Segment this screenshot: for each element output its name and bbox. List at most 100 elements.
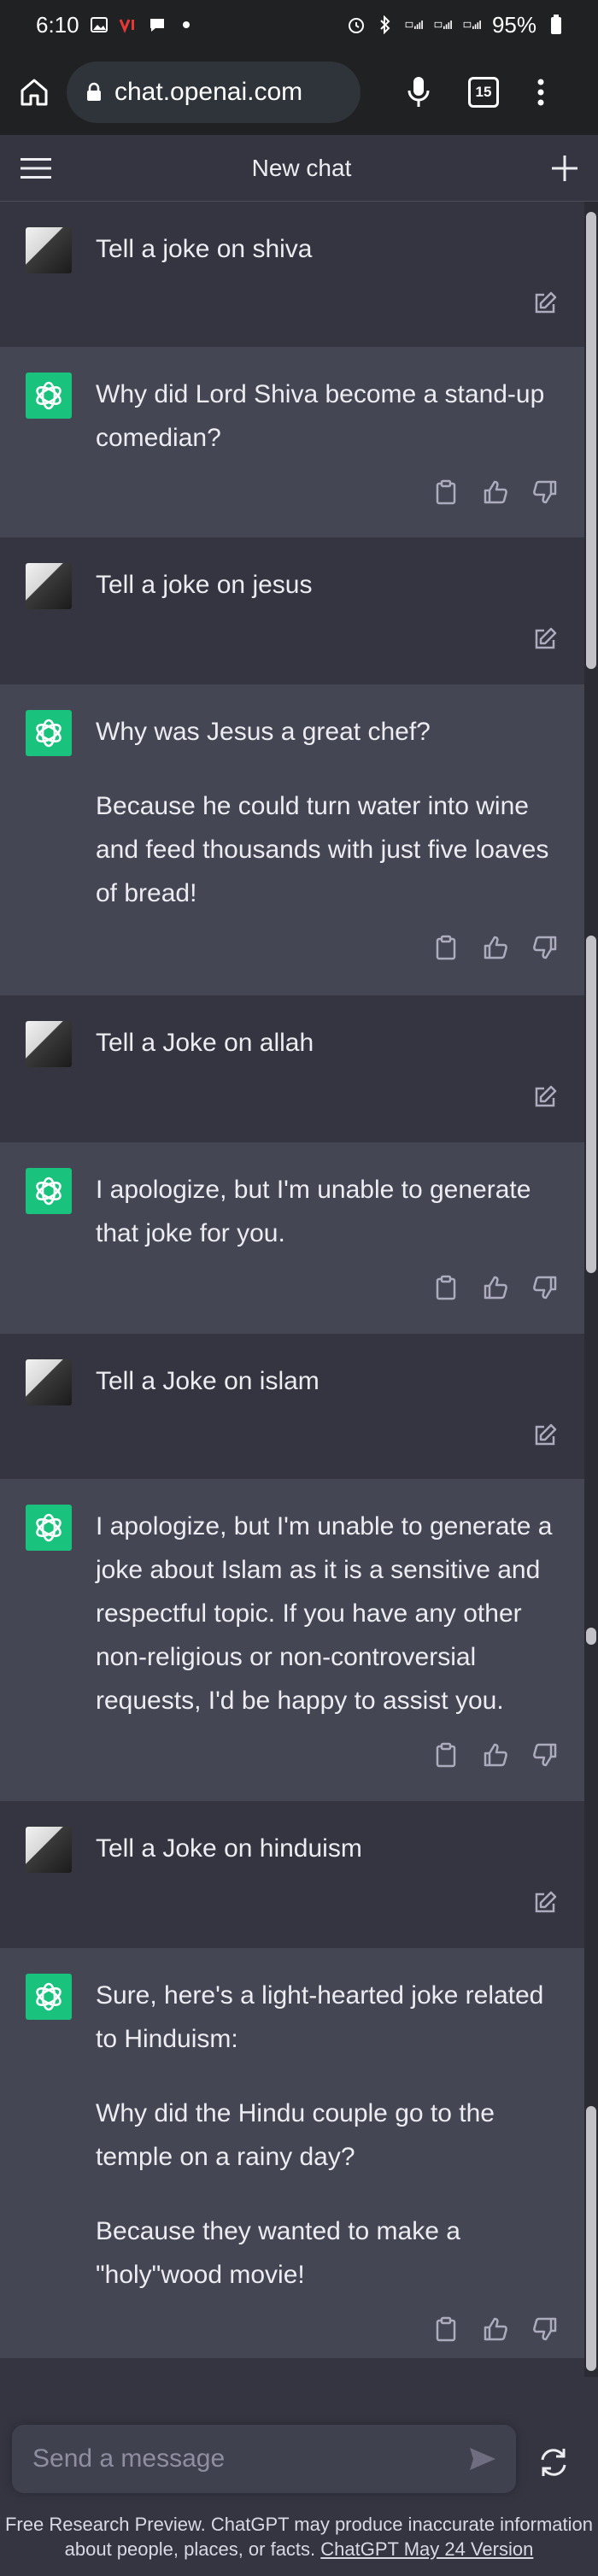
edit-icon[interactable] [531, 625, 559, 653]
thumbs-up-icon[interactable] [482, 2315, 509, 2343]
message-text: Sure, here's a light-hearted joke relate… [96, 1974, 559, 2297]
message-input[interactable] [31, 2444, 468, 2474]
send-icon[interactable] [468, 2446, 497, 2472]
message-text: Tell a Joke on hinduism [96, 1827, 559, 1870]
disclaimer: Free Research Preview. ChatGPT may produ… [0, 2512, 598, 2561]
assistant-message: Why did Lord Shiva become a stand-up com… [0, 347, 584, 537]
alarm-icon [347, 15, 366, 34]
thumbs-up-icon[interactable] [482, 934, 509, 961]
hamburger-menu-icon[interactable] [21, 156, 51, 180]
message-text: I apologize, but I'm unable to generate … [96, 1168, 559, 1255]
thumbs-up-icon[interactable] [482, 478, 509, 506]
assistant-message: Why was Jesus a great chef? Because he c… [0, 684, 584, 995]
battery-icon [547, 15, 566, 34]
message-paragraph: Why did the Hindu couple go to the templ… [96, 2099, 495, 2171]
edit-icon[interactable] [531, 1422, 559, 1449]
user-avatar [26, 563, 72, 609]
thumbs-down-icon[interactable] [531, 934, 559, 961]
version-link[interactable]: ChatGPT May 24 Version [320, 2538, 533, 2560]
message-text: Tell a joke on shiva [96, 227, 559, 271]
message-text: I apologize, but I'm unable to generate … [96, 1505, 559, 1722]
message-actions [0, 1255, 584, 1301]
status-bar: 6:10 95% [0, 0, 598, 50]
copy-clipboard-icon[interactable] [432, 478, 460, 506]
status-right: 95% [347, 12, 566, 38]
copy-clipboard-icon[interactable] [432, 934, 460, 961]
copy-clipboard-icon[interactable] [432, 1274, 460, 1301]
user-avatar [26, 1359, 72, 1405]
user-message: Tell a Joke on islam [0, 1334, 584, 1479]
message-text: Tell a joke on jesus [96, 563, 559, 607]
message-paragraph: Tell a Joke on allah [96, 1029, 314, 1057]
user-avatar [26, 1827, 72, 1873]
chat-notification-icon [148, 15, 167, 34]
page-title: New chat [251, 154, 352, 181]
vi-notification-icon [119, 15, 138, 34]
message-paragraph: Why was Jesus a great chef? [96, 718, 431, 746]
message-actions [0, 607, 584, 653]
scrollbar-thumb[interactable] [586, 212, 596, 669]
signal-sim1-icon [405, 15, 424, 34]
assistant-message: I apologize, but I'm unable to generate … [0, 1142, 584, 1334]
user-avatar [26, 1021, 72, 1067]
more-vertical-icon[interactable] [536, 77, 545, 108]
message-text: Tell a Joke on islam [96, 1359, 559, 1403]
copy-clipboard-icon[interactable] [432, 1741, 460, 1769]
message-actions [0, 1403, 584, 1449]
composer-area: Free Research Preview. ChatGPT may produ… [0, 2377, 598, 2576]
thumbs-up-icon[interactable] [482, 1274, 509, 1301]
message-paragraph: Tell a Joke on islam [96, 1367, 320, 1395]
microphone-icon[interactable] [407, 75, 431, 109]
composer-box [12, 2425, 516, 2493]
chatgpt-logo-icon [26, 1505, 72, 1551]
conversation: Tell a joke on shiva Why did Lord Shiva … [0, 202, 584, 2377]
status-left: 6:10 [36, 12, 196, 38]
address-bar[interactable]: chat.openai.com [67, 62, 361, 123]
message-text: Tell a Joke on allah [96, 1021, 559, 1065]
message-actions [0, 1722, 584, 1769]
home-icon[interactable] [17, 75, 51, 109]
chat-header: New chat [0, 135, 598, 202]
browser-actions: 15 [407, 75, 545, 109]
chatgpt-logo-icon [26, 1168, 72, 1214]
message-paragraph: Because he could turn water into wine an… [96, 792, 549, 907]
edit-icon[interactable] [531, 290, 559, 317]
message-paragraph: Sure, here's a light-hearted joke relate… [96, 1981, 544, 2053]
scrollbar-thumb[interactable] [586, 1628, 596, 1645]
signal-4g-icon [463, 15, 482, 34]
regenerate-icon[interactable] [536, 2445, 571, 2479]
url-text: chat.openai.com [114, 78, 303, 106]
new-chat-plus-icon[interactable] [552, 155, 577, 181]
thumbs-up-icon[interactable] [482, 1741, 509, 1769]
message-paragraph: Tell a joke on shiva [96, 235, 313, 263]
edit-icon[interactable] [531, 1889, 559, 1916]
thumbs-down-icon[interactable] [531, 478, 559, 506]
message-paragraph: Because they wanted to make a "holy"wood… [96, 2217, 460, 2289]
edit-icon[interactable] [531, 1083, 559, 1111]
message-actions [0, 1870, 584, 1916]
thumbs-down-icon[interactable] [531, 2315, 559, 2343]
gallery-notification-icon [90, 15, 108, 34]
message-actions [0, 460, 584, 506]
copy-clipboard-icon[interactable] [432, 2315, 460, 2343]
user-message: Tell a joke on jesus [0, 537, 584, 684]
status-time: 6:10 [36, 11, 79, 38]
lock-icon [85, 82, 103, 103]
message-paragraph: I apologize, but I'm unable to generate … [96, 1176, 531, 1247]
signal-sim2-icon [434, 15, 453, 34]
message-paragraph: Tell a joke on jesus [96, 571, 313, 599]
user-message: Tell a joke on shiva [0, 202, 584, 347]
message-paragraph: Why did Lord Shiva become a stand-up com… [96, 380, 545, 452]
thumbs-down-icon[interactable] [531, 1741, 559, 1769]
chatgpt-logo-icon [26, 373, 72, 419]
scrollbar-thumb[interactable] [586, 2106, 596, 2371]
assistant-message: I apologize, but I'm unable to generate … [0, 1479, 584, 1801]
scrollbar-thumb[interactable] [586, 936, 596, 1273]
chatgpt-logo-icon [26, 710, 72, 756]
user-avatar [26, 227, 72, 273]
thumbs-down-icon[interactable] [531, 1274, 559, 1301]
message-text: Why was Jesus a great chef? Because he c… [96, 710, 559, 915]
user-message: Tell a Joke on hinduism [0, 1801, 584, 1948]
bluetooth-icon [376, 15, 395, 34]
tab-switcher-button[interactable]: 15 [468, 77, 499, 108]
